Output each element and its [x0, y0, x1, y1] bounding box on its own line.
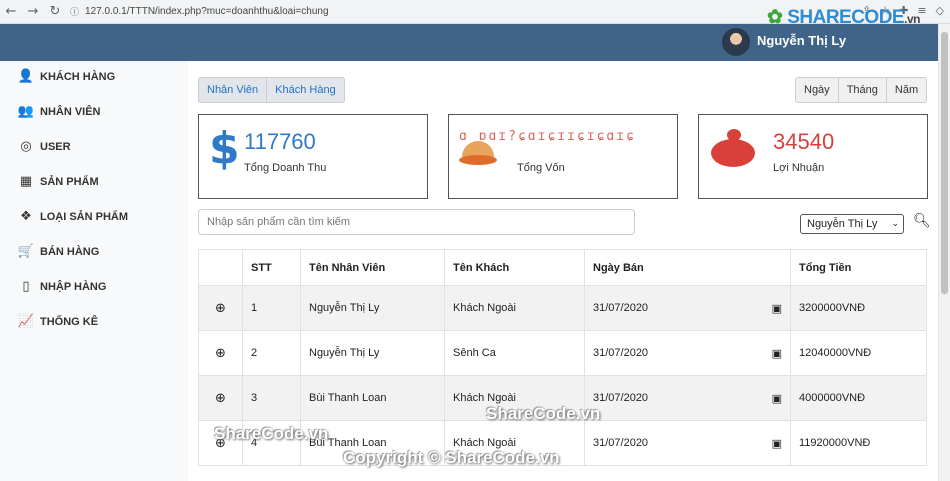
sidebar-item-nhap-hang[interactable]: ▯ NHẬP HÀNG: [16, 279, 106, 294]
table-row: ⊕ 1 Nguyễn Thị Ly Khách Ngoài 31/07/2020…: [198, 285, 927, 331]
user-plus-icon: 👤: [17, 69, 35, 84]
capital-card: ɑ ɒɑɪ?ɕɑɪɕɪɪɕɪɕɑɪɕ Tổng Vốn: [448, 114, 678, 199]
capital-label: Tổng Vốn: [517, 162, 565, 174]
sidebar-item-loai-san-pham[interactable]: ❖ LOẠI SẢN PHẨM: [16, 209, 128, 224]
scrollbar[interactable]: [938, 24, 950, 481]
date-text: 31/07/2020: [593, 301, 649, 314]
dropbox-icon: ❖: [20, 209, 32, 224]
profit-label: Lợi Nhuận: [773, 162, 825, 174]
sidebar-item-label: SẢN PHẨM: [40, 175, 99, 188]
date-text: 31/07/2020: [593, 391, 649, 404]
calendar-icon[interactable]: ▣: [772, 347, 782, 360]
cell-total: 12040000VNĐ: [790, 330, 927, 376]
back-icon[interactable]: ←: [0, 4, 22, 19]
chevron-down-icon: ⌄: [891, 219, 899, 229]
sidebar-item-label: USER: [40, 140, 71, 153]
scrollbar-thumb[interactable]: [941, 32, 948, 294]
cell-employee: Nguyễn Thị Ly: [300, 285, 445, 331]
sidebar-item-nhan-vien[interactable]: 👥 NHÂN VIÊN: [16, 104, 101, 119]
group-filter: Nhân Viên Khách Hàng: [198, 77, 345, 103]
sidebar-item-label: NHÂN VIÊN: [40, 105, 101, 118]
cell-stt: 2: [242, 330, 301, 376]
cell-employee: Bùi Thanh Loan: [300, 375, 445, 421]
cell-date: 31/07/2020 ▣: [584, 375, 791, 421]
watermark: ShareCode.vn: [214, 424, 329, 443]
profit-card: 34540 Lợi Nhuận: [698, 114, 928, 199]
pie-icon: [459, 141, 497, 171]
sidebar-item-label: BÁN HÀNG: [40, 245, 100, 258]
user-cog-icon: 👥: [17, 104, 35, 119]
sidebar-item-label: THỐNG KÊ: [40, 315, 99, 328]
employee-select[interactable]: Nguyễn Thị Ly ⌄: [800, 214, 904, 234]
filter-khach-hang-button[interactable]: Khách Hàng: [267, 78, 344, 102]
sidebar-item-san-pham[interactable]: ▦ SẢN PHẨM: [16, 174, 99, 189]
revenue-card: $ 117760 Tổng Doanh Thu: [198, 114, 428, 199]
watermark-copyright: Copyright © ShareCode.vn: [343, 448, 560, 467]
cell-date: 31/07/2020 ▣: [584, 420, 791, 466]
col-stt: STT: [242, 249, 301, 286]
date-text: 31/07/2020: [593, 436, 649, 449]
cell-customer: Khách Ngoài: [444, 285, 585, 331]
search-input[interactable]: Nhập sản phẩm cần tìm kiếm: [198, 209, 635, 235]
forward-icon[interactable]: →: [22, 4, 44, 19]
expand-icon[interactable]: ⊕: [198, 375, 243, 421]
col-total: Tổng Tiền: [790, 249, 927, 286]
cell-total: 4000000VNĐ: [790, 375, 927, 421]
col-expand: [198, 249, 243, 286]
cell-stt: 1: [242, 285, 301, 331]
col-customer: Tên Khách: [444, 249, 585, 286]
expand-icon[interactable]: ⊕: [198, 285, 243, 331]
employee-select-value: Nguyễn Thị Ly: [807, 218, 878, 230]
cell-total: 3200000VNĐ: [790, 285, 927, 331]
period-month-button[interactable]: Tháng: [839, 78, 887, 102]
profit-value: 34540: [773, 129, 835, 154]
cell-customer: Sênh Ca: [444, 330, 585, 376]
cell-stt: 3: [242, 375, 301, 421]
dollar-icon: $: [209, 123, 240, 174]
user-name[interactable]: Nguyễn Thị Ly: [757, 33, 846, 48]
reload-icon[interactable]: ↻: [44, 4, 66, 19]
watermark: ShareCode.vn: [486, 404, 601, 423]
revenue-value: 117760: [244, 129, 316, 154]
calendar-icon[interactable]: ▣: [772, 392, 782, 405]
col-employee: Tên Nhân Viên: [300, 249, 445, 286]
chart-line-icon: 📈: [17, 314, 35, 329]
cell-employee: Nguyễn Thị Ly: [300, 330, 445, 376]
piggy-bank-icon: [711, 129, 755, 169]
calendar-icon[interactable]: ▣: [772, 437, 782, 450]
user-circle-icon: ◎: [20, 139, 32, 154]
sidebar-item-thong-ke[interactable]: 📈 THỐNG KÊ: [16, 314, 98, 329]
top-navbar: Nguyễn Thị Ly: [0, 24, 938, 61]
table-header-row: STT Tên Nhân Viên Tên Khách Ngày Bán Tổn…: [198, 249, 927, 286]
sidebar-item-khach-hang[interactable]: 👤 KHÁCH HÀNG: [16, 69, 115, 84]
address-bar[interactable]: ⓘ 127.0.0.1/TTTN/index.php?muc=doanhthu&…: [70, 3, 329, 21]
sidebar-item-user[interactable]: ◎ USER: [16, 139, 71, 154]
sidebar-item-label: KHÁCH HÀNG: [40, 70, 116, 83]
period-filter: Ngày Tháng Năm: [795, 77, 928, 103]
period-year-button[interactable]: Năm: [887, 78, 926, 102]
table-row: ⊕ 2 Nguyễn Thị Ly Sênh Ca 31/07/2020 ▣ 12…: [198, 330, 927, 376]
code-icon[interactable]: ◇: [936, 4, 944, 17]
date-text: 31/07/2020: [593, 346, 649, 359]
sidebar-item-label: NHẬP HÀNG: [40, 280, 107, 293]
sidebar-item-ban-hang[interactable]: 🛒 BÁN HÀNG: [16, 244, 99, 259]
filter-nhan-vien-button[interactable]: Nhân Viên: [199, 78, 268, 102]
sidebar-item-label: LOẠI SẢN PHẨM: [40, 210, 128, 223]
clipboard-icon: ▯: [22, 279, 30, 294]
url-text: 127.0.0.1/TTTN/index.php?muc=doanhthu&lo…: [85, 6, 329, 17]
info-icon[interactable]: ⓘ: [70, 5, 79, 18]
cell-date: 31/07/2020 ▣: [584, 285, 791, 331]
calendar-icon[interactable]: ▣: [772, 302, 782, 315]
cart-icon: 🛒: [17, 244, 35, 259]
cell-date: 31/07/2020 ▣: [584, 330, 791, 376]
col-date: Ngày Bán: [584, 249, 791, 286]
period-day-button[interactable]: Ngày: [796, 78, 839, 102]
expand-icon[interactable]: ⊕: [198, 330, 243, 376]
cell-total: 11920000VNĐ: [790, 420, 927, 466]
sidebar: 👤 KHÁCH HÀNG 👥 NHÂN VIÊN ◎ USER ▦ SẢN PHẨM ❖…: [0, 61, 188, 481]
search-icon[interactable]: 🔍︎: [913, 213, 931, 229]
boxes-icon: ▦: [19, 174, 33, 189]
avatar[interactable]: [722, 28, 750, 56]
revenue-label: Tổng Doanh Thu: [244, 162, 327, 174]
